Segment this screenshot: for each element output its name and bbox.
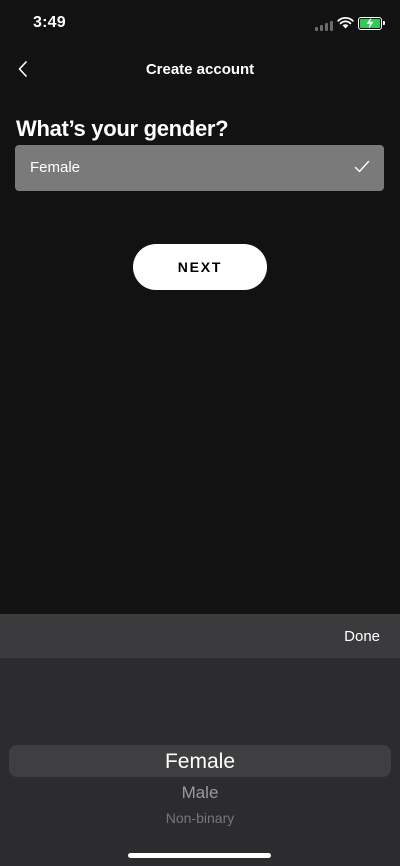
cellular-signal-icon bbox=[315, 21, 333, 31]
gender-select-field[interactable]: Female bbox=[15, 145, 384, 191]
charging-bolt-icon bbox=[366, 17, 374, 29]
nav-bar: Create account bbox=[0, 52, 400, 88]
wifi-icon bbox=[337, 16, 354, 29]
gender-selected-value: Female bbox=[30, 159, 81, 176]
checkmark-icon bbox=[354, 160, 370, 173]
picker-option-female[interactable]: Female bbox=[0, 750, 400, 774]
gender-question-heading: What’s your gender? bbox=[16, 116, 229, 141]
picker-option-male[interactable]: Male bbox=[0, 783, 400, 803]
status-time: 3:49 bbox=[33, 14, 66, 31]
done-button[interactable]: Done bbox=[344, 628, 380, 645]
next-button[interactable]: NEXT bbox=[133, 244, 267, 290]
gender-picker-wheel[interactable]: Female Male Non-binary bbox=[0, 658, 400, 866]
home-indicator[interactable] bbox=[128, 853, 271, 858]
battery-cap bbox=[383, 21, 385, 25]
status-bar: 3:49 bbox=[0, 0, 400, 48]
page-title: Create account bbox=[145, 61, 255, 78]
picker-toolbar: Done bbox=[0, 614, 400, 658]
picker-option-non-binary[interactable]: Non-binary bbox=[0, 810, 400, 826]
